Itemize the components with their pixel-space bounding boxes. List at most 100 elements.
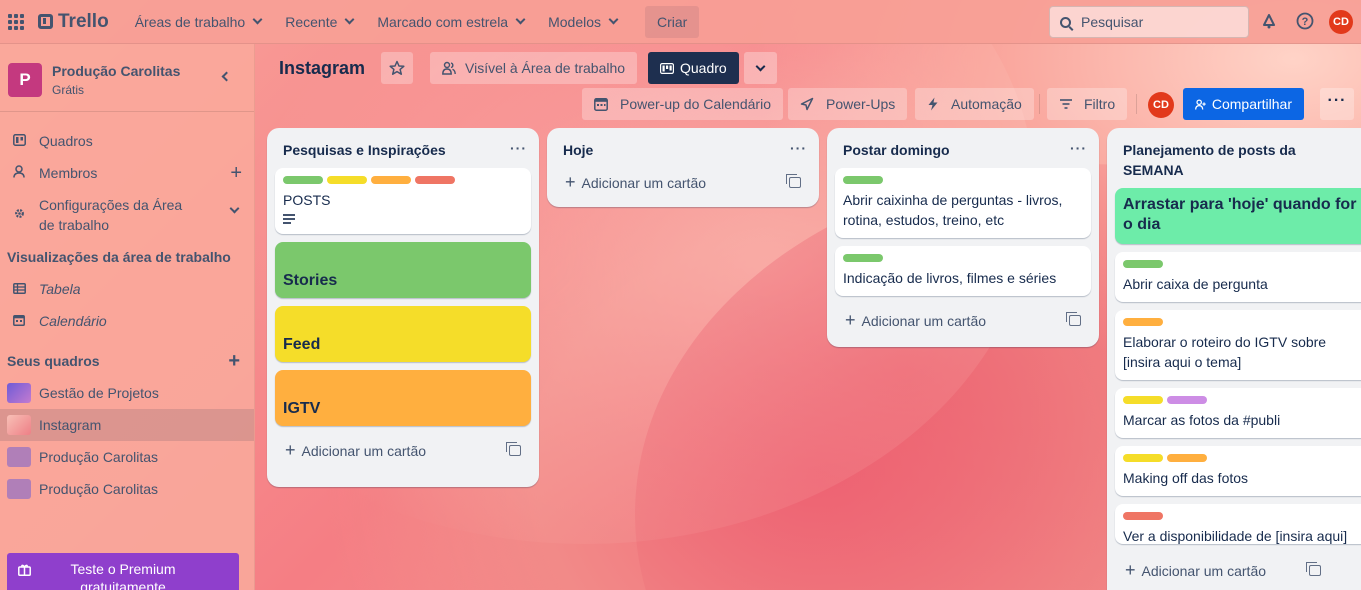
label-green[interactable] [1123, 260, 1163, 268]
workspace-name[interactable]: Produção Carolitas [52, 63, 180, 79]
add-card-button[interactable]: + Adicionar um cartão [267, 434, 539, 466]
label-orange[interactable] [371, 176, 411, 184]
sidebar-board-producao-2[interactable]: Produção Carolitas [0, 473, 254, 505]
card-cover-igtv[interactable]: IGTV [275, 370, 531, 426]
template-icon[interactable] [506, 441, 521, 456]
sidebar-item-members[interactable]: Membros + [0, 157, 254, 189]
filter-button[interactable]: Filtro [1047, 88, 1128, 120]
label-red[interactable] [1123, 512, 1163, 520]
list-title[interactable]: Planejamento de posts da SEMANA [1123, 142, 1296, 178]
card-labels[interactable] [843, 176, 1083, 184]
list-header[interactable]: Planejamento de posts da SEMANA ··· [1107, 128, 1361, 188]
chevron-down-icon[interactable] [229, 203, 240, 214]
sidebar-item-settings[interactable]: Configurações da Área de trabalho [0, 189, 254, 241]
sidebar-item-boards[interactable]: Quadros [0, 125, 254, 157]
lightning-icon [928, 97, 938, 111]
premium-label: Teste o Premium gratuitamente [70, 561, 176, 590]
list-header[interactable]: Pesquisas e Inspirações ··· [267, 128, 539, 168]
card[interactable]: Abrir caixinha de perguntas - livros, ro… [835, 168, 1091, 238]
template-icon[interactable] [786, 173, 801, 188]
board-member-avatar[interactable]: CD [1148, 92, 1174, 118]
board-label: Produção Carolitas [39, 449, 159, 465]
card-labels[interactable] [283, 176, 523, 184]
search-input[interactable]: Pesquisar [1049, 6, 1249, 38]
list-menu-icon[interactable]: ··· [510, 138, 527, 158]
label-yellow[interactable] [327, 176, 367, 184]
label-orange[interactable] [1123, 318, 1163, 326]
board-title[interactable]: Instagram [279, 58, 365, 79]
board-view-button[interactable]: Quadro [648, 52, 739, 84]
list-header[interactable]: Hoje ··· [547, 128, 819, 168]
board-thumbnail [7, 479, 31, 499]
template-icon[interactable] [1306, 562, 1321, 576]
label-green[interactable] [843, 176, 883, 184]
notifications-icon[interactable] [1259, 12, 1279, 32]
views-dropdown-button[interactable] [744, 52, 777, 84]
automation-button[interactable]: Automação [915, 88, 1034, 120]
list-header[interactable]: Postar domingo ··· [827, 128, 1099, 168]
board-menu-button[interactable]: ··· [1320, 88, 1354, 120]
card-labels[interactable] [843, 254, 1083, 262]
star-board-button[interactable] [381, 52, 413, 84]
add-card-button[interactable]: + Adicionar um cartão [547, 166, 819, 198]
powerups-button[interactable]: Power-Ups [788, 88, 908, 120]
template-icon[interactable] [1066, 311, 1081, 326]
card-cover-arrastar[interactable]: Arrastar para 'hoje' quando for o dia [1115, 188, 1361, 244]
card[interactable]: Making off das fotos [1115, 446, 1361, 496]
add-member-icon[interactable]: + [230, 163, 242, 183]
card[interactable]: Marcar as fotos da #publi [1115, 388, 1361, 438]
card[interactable]: Ver a disponibilidade de [insira aqui] [1115, 504, 1361, 544]
card-labels[interactable] [1123, 396, 1361, 404]
nav-starred[interactable]: Marcado com estrela [365, 6, 536, 38]
share-button[interactable]: Compartilhar [1183, 88, 1304, 120]
label-green[interactable] [283, 176, 323, 184]
list-menu-icon[interactable]: ··· [790, 138, 807, 158]
card[interactable]: Elaborar o roteiro do IGTV sobre [insira… [1115, 310, 1361, 380]
sidebar-board-instagram[interactable]: Instagram [0, 409, 254, 441]
card-labels[interactable] [1123, 512, 1361, 520]
calendar-powerup-button[interactable]: Power-up do Calendário [582, 88, 783, 120]
add-card-button[interactable]: + Adicionar um cartão [827, 304, 1099, 336]
card-labels[interactable] [1123, 260, 1361, 268]
label-purple[interactable] [1167, 396, 1207, 404]
add-card-button[interactable]: + Adicionar um cartão [1107, 551, 1361, 590]
app-switcher-icon[interactable] [8, 13, 24, 30]
label-red[interactable] [415, 176, 455, 184]
filter-label: Filtro [1084, 96, 1116, 112]
nav-templates[interactable]: Modelos [536, 6, 629, 38]
card-cover-feed[interactable]: Feed [275, 306, 531, 362]
user-avatar[interactable]: CD [1329, 10, 1353, 34]
collapse-sidebar-icon[interactable] [221, 71, 232, 82]
powerups-label: Power-Ups [826, 96, 896, 112]
header-divider [1136, 94, 1137, 114]
label-yellow[interactable] [1123, 396, 1163, 404]
card-labels[interactable] [1123, 454, 1361, 462]
list-menu-icon[interactable]: ··· [1070, 138, 1087, 158]
card-labels[interactable] [1123, 318, 1361, 326]
visibility-button[interactable]: Visível à Área de trabalho [430, 52, 638, 84]
nav-workspaces[interactable]: Áreas de trabalho [123, 6, 274, 38]
label-orange[interactable] [1167, 454, 1207, 462]
card[interactable]: Indicação de livros, filmes e séries [835, 246, 1091, 296]
add-board-icon[interactable]: + [228, 351, 240, 371]
plus-icon: + [285, 439, 296, 460]
card-cover-stories[interactable]: Stories [275, 242, 531, 298]
sidebar-item-calendar[interactable]: Calendário [0, 305, 254, 337]
premium-trial-button[interactable]: Teste o Premium gratuitamente [7, 553, 239, 590]
label-green[interactable] [843, 254, 883, 262]
chevron-down-icon [608, 14, 619, 25]
trello-logo[interactable]: Trello [38, 11, 109, 33]
list-title[interactable]: Hoje [563, 142, 593, 158]
nav-recent[interactable]: Recente [273, 6, 365, 38]
create-button[interactable]: Criar [645, 5, 700, 38]
help-icon[interactable]: ? [1295, 12, 1315, 32]
sidebar-board-gestao[interactable]: Gestão de Projetos [0, 377, 254, 409]
sidebar-item-table[interactable]: Tabela [0, 273, 254, 305]
more-icon: ··· [1327, 92, 1347, 109]
card[interactable]: POSTS [275, 168, 531, 234]
list-title[interactable]: Postar domingo [843, 142, 950, 158]
label-yellow[interactable] [1123, 454, 1163, 462]
card[interactable]: Abrir caixa de pergunta [1115, 252, 1361, 302]
sidebar-board-producao[interactable]: Produção Carolitas [0, 441, 254, 473]
list-title[interactable]: Pesquisas e Inspirações [283, 142, 446, 158]
